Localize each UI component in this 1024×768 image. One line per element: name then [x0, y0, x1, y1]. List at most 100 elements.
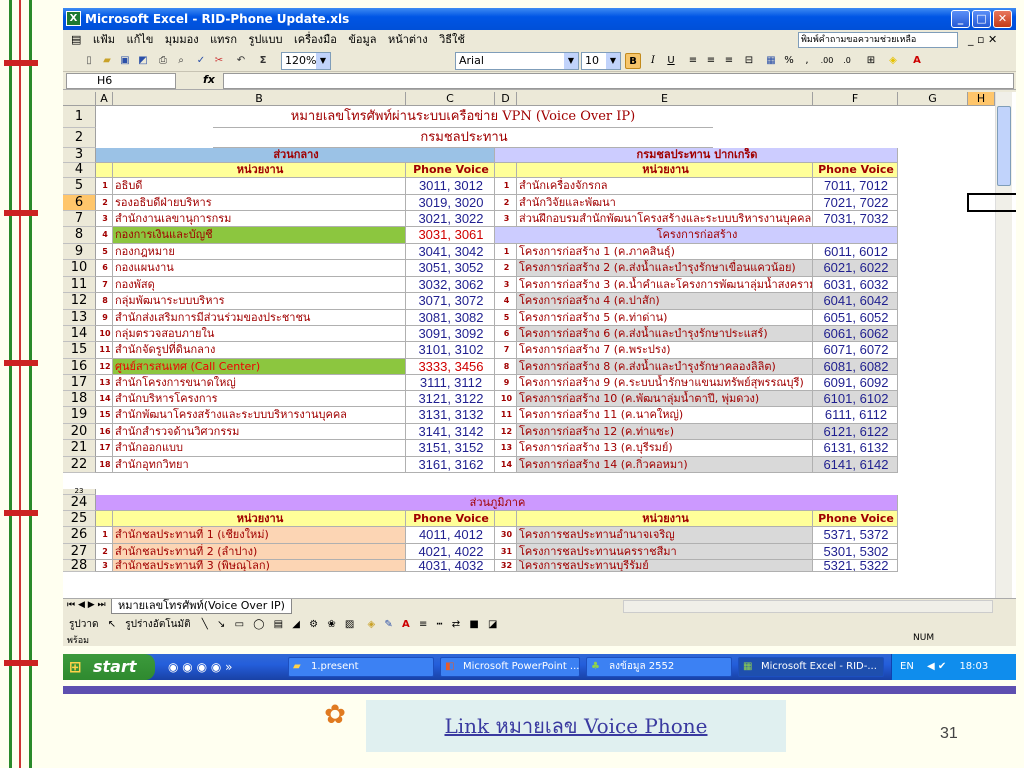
row-header-15[interactable]: 15 [63, 342, 96, 359]
open-icon[interactable]: ▰ [99, 53, 115, 69]
row-header-9[interactable]: 9 [63, 244, 96, 260]
zoom-select[interactable]: 120% ▼ [281, 52, 331, 70]
font-size-select[interactable]: 10 ▼ [581, 52, 621, 70]
menu-insert[interactable]: แทรก [210, 33, 237, 46]
wordart-icon[interactable]: ◢ [292, 619, 300, 630]
menu-tools[interactable]: เครื่องมือ [294, 33, 337, 46]
align-left-icon[interactable]: ≡ [685, 53, 701, 69]
menu-data[interactable]: ข้อมูล [348, 33, 376, 46]
row-header-4[interactable]: 4 [63, 163, 96, 178]
row-header-21[interactable]: 21 [63, 440, 96, 457]
font-select[interactable]: Arial ▼ [455, 52, 579, 70]
task-folder[interactable]: ▰ 1.present [288, 657, 434, 677]
comma-button[interactable]: , [799, 53, 815, 69]
autosum-icon[interactable]: Σ [255, 53, 271, 69]
start-button[interactable]: ⊞ start [63, 654, 155, 680]
horizontal-scrollbar[interactable] [623, 600, 993, 613]
line-color-icon[interactable]: ✎ [384, 619, 392, 630]
fill-bucket-icon[interactable]: ◈ [368, 619, 376, 630]
sheet-nav-arrows[interactable]: ⏮ ◀ ▶ ⏭ [67, 600, 106, 610]
formula-input[interactable] [223, 73, 1014, 89]
menu-file[interactable]: แฟ้ม [93, 33, 115, 46]
row-header-2[interactable]: 2 [63, 128, 96, 148]
rectangle-icon[interactable]: ▭ [235, 619, 244, 630]
picture-icon[interactable]: ▨ [345, 619, 354, 630]
row-header-19[interactable]: 19 [63, 407, 96, 424]
clock[interactable]: 18:03 [959, 661, 988, 672]
row-header-3[interactable]: 3 [63, 148, 96, 163]
sheet-tab-active[interactable]: หมายเลขโทรศัพท์(Voice Over IP) [111, 599, 292, 614]
increase-decimal-icon[interactable]: .00 [819, 53, 835, 69]
select-objects-icon[interactable]: ↖ [108, 619, 116, 630]
menu-doc-icon[interactable]: ▤ [71, 33, 81, 46]
select-all-corner[interactable] [63, 92, 96, 106]
column-header-e[interactable]: E [517, 92, 813, 106]
name-box[interactable]: H6 [66, 73, 176, 89]
diagram-icon[interactable]: ⚙ [309, 619, 318, 630]
spelling-icon[interactable]: ✓ [193, 53, 209, 69]
chevron-down-icon[interactable]: ▼ [316, 53, 330, 69]
line-style-icon[interactable]: ≡ [419, 619, 427, 630]
row-header-28[interactable]: 28 [63, 559, 96, 572]
column-header-c[interactable]: C [406, 92, 495, 106]
help-question-box[interactable]: พิมพ์คำถามขอความช่วยเหลือ [798, 32, 958, 48]
row-header-16[interactable]: 16 [63, 359, 96, 375]
fill-color-icon[interactable]: ◈ [885, 53, 901, 69]
row-header-12[interactable]: 12 [63, 293, 96, 310]
percent-button[interactable]: % [781, 53, 797, 69]
row-header-1[interactable]: 1 [63, 106, 96, 128]
line-icon[interactable]: ╲ [202, 619, 208, 630]
column-header-a[interactable]: A [96, 92, 113, 106]
row-header-25[interactable]: 25 [63, 511, 96, 527]
row-header-8[interactable]: 8 [63, 227, 96, 244]
permission-icon[interactable]: ◩ [135, 53, 151, 69]
tray-icons[interactable]: ◀ ✔ [927, 661, 946, 672]
minimize-button[interactable]: _ [951, 10, 970, 28]
shadow-icon[interactable]: ■ [469, 619, 478, 630]
save-icon[interactable]: ▣ [117, 53, 133, 69]
task-powerpoint[interactable]: ◧ Microsoft PowerPoint ... [440, 657, 580, 677]
new-icon[interactable]: ▯ [81, 53, 97, 69]
align-right-icon[interactable]: ≡ [721, 53, 737, 69]
language-indicator[interactable]: EN [900, 661, 914, 672]
doc-minimize-icon[interactable]: _ ▫ ✕ [968, 30, 997, 50]
print-icon[interactable]: ⎙ [155, 53, 171, 69]
maximize-button[interactable]: □ [972, 10, 991, 28]
3d-icon[interactable]: ◪ [488, 619, 497, 630]
draw-menu[interactable]: รูปวาด [69, 619, 98, 630]
row-header-13[interactable]: 13 [63, 310, 96, 326]
spreadsheet-grid[interactable]: A B C D E F G H 1 2 3 4 5 6 7 8 9 10 11 12 13 14 15 16 17 18 19 20 2… [63, 92, 1016, 598]
autoshapes-menu[interactable]: รูปร่างอัตโนมัติ [125, 619, 190, 630]
menu-view[interactable]: มุมมอง [165, 33, 199, 46]
row-header-26[interactable]: 26 [63, 527, 96, 544]
align-center-icon[interactable]: ≡ [703, 53, 719, 69]
italic-button[interactable]: I [645, 53, 661, 69]
draw-font-color-icon[interactable]: A [402, 619, 410, 630]
merge-center-icon[interactable]: ⊟ [741, 53, 757, 69]
row-header-14[interactable]: 14 [63, 326, 96, 342]
research-icon[interactable]: ✂ [211, 53, 227, 69]
oval-icon[interactable]: ◯ [253, 619, 264, 630]
column-header-d[interactable]: D [495, 92, 517, 106]
vertical-scroll-thumb[interactable] [997, 106, 1011, 186]
menu-window[interactable]: หน้าต่าง [388, 33, 428, 46]
voice-phone-link[interactable]: Link หมายเลข Voice Phone [444, 714, 707, 738]
row-header-22[interactable]: 22 [63, 457, 96, 473]
column-header-g[interactable]: G [898, 92, 968, 106]
row-header-10[interactable]: 10 [63, 260, 96, 277]
borders-icon[interactable]: ⊞ [863, 53, 879, 69]
task-excel[interactable]: ▦ Microsoft Excel - RID-... [738, 657, 884, 677]
menu-edit[interactable]: แก้ไข [127, 33, 154, 46]
clipart-icon[interactable]: ❀ [327, 619, 335, 630]
selected-cell-h6[interactable] [967, 193, 1016, 212]
arrow-style-icon[interactable]: ⇄ [452, 619, 460, 630]
chevron-down-icon[interactable]: ▼ [564, 53, 578, 69]
vertical-scrollbar[interactable] [995, 92, 1012, 598]
menu-help[interactable]: วิธีใช้ [439, 33, 465, 46]
close-button[interactable]: ✕ [993, 10, 1012, 28]
row-header-11[interactable]: 11 [63, 277, 96, 293]
menu-format[interactable]: รูปแบบ [249, 33, 283, 46]
quicklaunch-icons[interactable]: ◉ ◉ ◉ ◉ » [168, 660, 232, 674]
row-header-20[interactable]: 20 [63, 424, 96, 440]
row-header-18[interactable]: 18 [63, 391, 96, 407]
